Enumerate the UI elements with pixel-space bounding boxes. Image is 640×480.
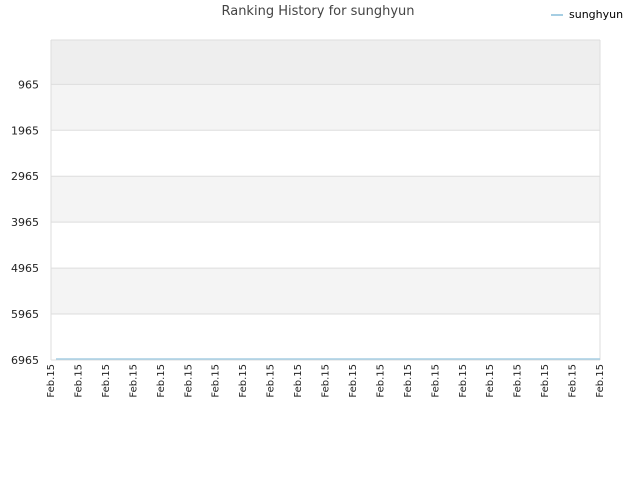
x-tick-label-9: Feb.15 (293, 364, 304, 398)
x-tick-label-8: Feb.15 (266, 364, 277, 398)
plot-band-5 (51, 268, 600, 315)
x-tick-label-20: Feb.15 (595, 364, 606, 398)
x-tick-label-3: Feb.15 (128, 364, 139, 398)
x-tick-label-10: Feb.15 (321, 364, 332, 398)
x-tick-label-16: Feb.15 (485, 364, 496, 398)
x-tick-label-18: Feb.15 (540, 364, 551, 398)
x-tick-label-19: Feb.15 (568, 364, 579, 398)
x-tick-label-2: Feb.15 (101, 364, 112, 398)
plot-band-0 (51, 40, 600, 85)
plot-band-4 (51, 222, 600, 269)
x-tick-label-13: Feb.15 (403, 364, 414, 398)
y-tick-label-4: 4965 (11, 262, 39, 275)
y-tick-label-5: 5965 (11, 308, 39, 321)
x-tick-label-5: Feb.15 (183, 364, 194, 398)
x-tick-label-14: Feb.15 (430, 364, 441, 398)
y-tick-label-3: 3965 (11, 216, 39, 229)
x-tick-label-7: Feb.15 (238, 364, 249, 398)
y-tick-label-6: 6965 (11, 354, 39, 367)
y-tick-label-0: 965 (18, 78, 39, 91)
plot-band-6 (51, 314, 600, 360)
plot-band-2 (51, 130, 600, 177)
x-tick-label-12: Feb.15 (375, 364, 386, 398)
x-tick-label-0: Feb.15 (46, 364, 57, 398)
chart-plot: 965 1965 2965 3965 4965 5965 6965 Feb.15 Feb.15… (11, 39, 606, 398)
plot-band-1 (51, 84, 600, 131)
x-tick-label-11: Feb.15 (348, 364, 359, 398)
plot-band-3 (51, 176, 600, 223)
y-tick-label-2: 2965 (11, 170, 39, 183)
x-tick-label-15: Feb.15 (458, 364, 469, 398)
x-tick-label-4: Feb.15 (156, 364, 167, 398)
y-tick-label-1: 1965 (11, 124, 39, 137)
x-tick-label-6: Feb.15 (211, 364, 222, 398)
x-tick-label-17: Feb.15 (513, 364, 524, 398)
x-tick-label-1: Feb.15 (73, 364, 84, 398)
